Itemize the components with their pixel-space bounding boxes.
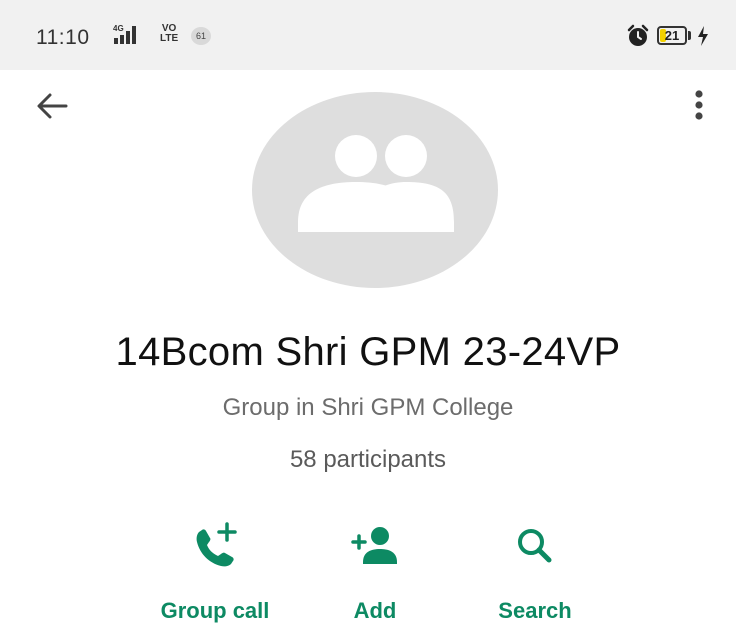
volte-indicator: VO LTE [160, 24, 178, 44]
person-add-icon [351, 527, 397, 564]
notification-count-badge: 61 [191, 27, 211, 45]
add-call-icon [196, 522, 237, 567]
alarm-icon [626, 24, 650, 53]
search-icon [518, 529, 552, 563]
more-options-button[interactable] [684, 84, 714, 128]
add-participant-button[interactable]: Add [330, 518, 420, 624]
more-vert-icon [695, 90, 703, 120]
status-bar: 11:10 4G VO LTE 61 21 [0, 0, 736, 70]
search-label: Search [498, 598, 572, 623]
search-button[interactable]: Search [480, 518, 590, 624]
back-button[interactable] [30, 86, 74, 126]
participants-count[interactable]: 58 participants [0, 446, 736, 474]
arrow-left-icon [37, 93, 68, 119]
network-type-label: 4G [113, 24, 124, 33]
group-call-label: Group call [160, 598, 270, 623]
group-call-button[interactable]: Group call [140, 518, 290, 624]
status-time: 11:10 [36, 26, 90, 49]
battery-icon: 21 [657, 26, 687, 45]
signal-icon: 4G [113, 24, 153, 51]
battery-level: 21 [664, 28, 680, 43]
volte-bottom-label: LTE [160, 33, 179, 44]
group-subtitle: Group in Shri GPM College [222, 394, 514, 421]
charging-icon [697, 26, 709, 51]
add-label: Add [353, 598, 397, 623]
group-name: 14Bcom Shri GPM 23-24VP [115, 330, 621, 374]
group-avatar-icon [298, 135, 454, 232]
group-avatar[interactable] [252, 92, 498, 288]
battery-tip [688, 31, 691, 40]
